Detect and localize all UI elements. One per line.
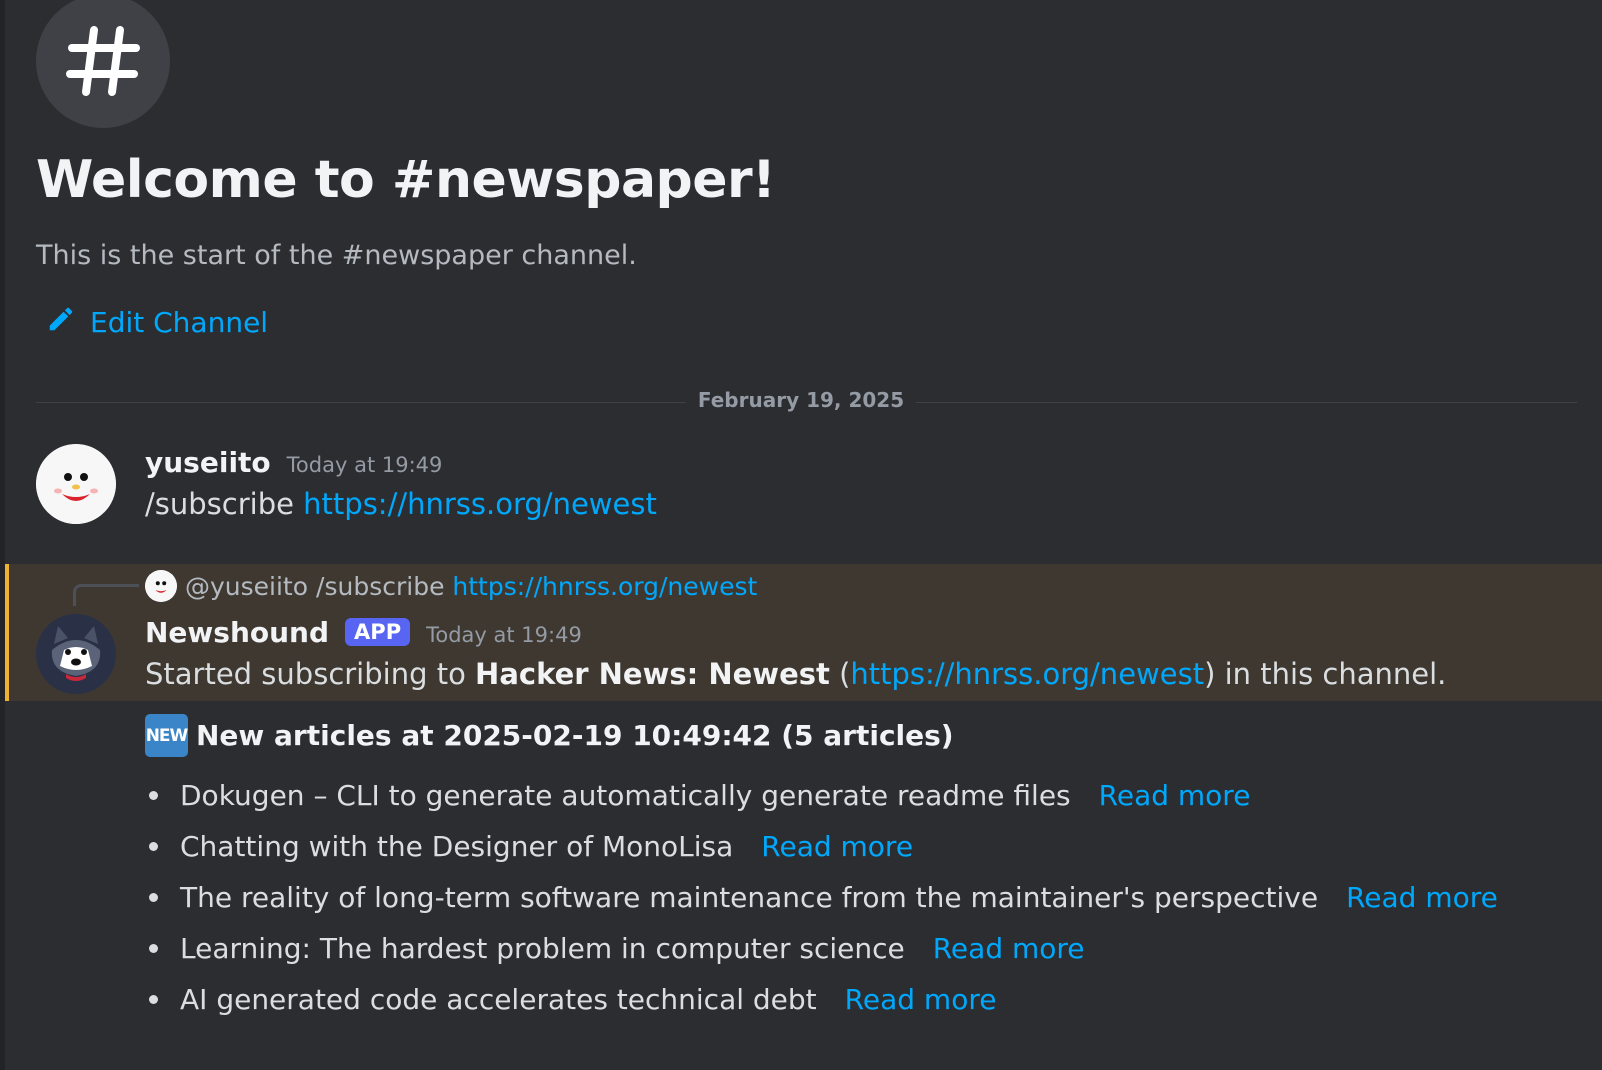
app-badge: APP bbox=[345, 618, 411, 646]
edit-channel-button[interactable]: Edit Channel bbox=[46, 304, 268, 341]
read-more-link[interactable]: Read more bbox=[845, 983, 997, 1016]
read-more-link[interactable]: Read more bbox=[1346, 881, 1498, 914]
timestamp: Today at 19:49 bbox=[426, 623, 582, 647]
bullet-icon bbox=[149, 944, 158, 953]
edit-channel-label: Edit Channel bbox=[90, 306, 269, 339]
welcome-subtitle: This is the start of the #newspaper chan… bbox=[36, 240, 637, 271]
list-item: AI generated code accelerates technical … bbox=[145, 974, 1498, 1025]
articles-title: New articles at 2025-02-19 10:49:42 (5 a… bbox=[196, 719, 954, 752]
username[interactable]: yuseiito bbox=[145, 446, 271, 479]
reply-link[interactable]: https://hnrss.org/newest bbox=[452, 572, 757, 601]
article-title: The reality of long-term software mainte… bbox=[180, 881, 1319, 914]
article-title: Chatting with the Designer of MonoLisa bbox=[180, 830, 734, 863]
bullet-icon bbox=[149, 842, 158, 851]
message-text-suffix: ) in this channel. bbox=[1204, 657, 1447, 691]
message-text: Started subscribing to bbox=[145, 657, 476, 691]
paren-open: ( bbox=[829, 657, 851, 691]
bot-message-content: Started subscribing to Hacker News: Newe… bbox=[145, 657, 1446, 691]
bullet-icon bbox=[149, 791, 158, 800]
bot-avatar[interactable] bbox=[36, 614, 116, 694]
bot-username[interactable]: Newshound bbox=[145, 616, 329, 649]
read-more-link[interactable]: Read more bbox=[761, 830, 913, 863]
message-text: /subscribe bbox=[145, 487, 304, 521]
list-item: Learning: The hardest problem in compute… bbox=[145, 923, 1498, 974]
message-header: yuseiito Today at 19:49 bbox=[145, 446, 442, 479]
message-content: /subscribe https://hnrss.org/newest bbox=[145, 487, 657, 521]
timestamp: Today at 19:49 bbox=[286, 453, 443, 477]
article-title: Dokugen – CLI to generate automatically … bbox=[180, 779, 1071, 812]
left-edge bbox=[0, 0, 5, 1070]
reply-username[interactable]: @yuseiito bbox=[185, 572, 308, 601]
message-link[interactable]: https://hnrss.org/newest bbox=[303, 487, 657, 521]
list-item: The reality of long-term software mainte… bbox=[145, 872, 1498, 923]
list-item: Dokugen – CLI to generate automatically … bbox=[145, 770, 1498, 821]
chat-view: Welcome to #newspaper! This is the start… bbox=[0, 0, 1602, 1070]
bullet-icon bbox=[149, 893, 158, 902]
date-divider: February 19, 2025 bbox=[685, 388, 917, 412]
read-more-link[interactable]: Read more bbox=[1099, 779, 1251, 812]
new-badge-icon: NEW bbox=[145, 714, 188, 757]
feed-link[interactable]: https://hnrss.org/newest bbox=[850, 657, 1204, 691]
list-item: Chatting with the Designer of MonoLisa R… bbox=[145, 821, 1498, 872]
reply-connector bbox=[73, 584, 139, 606]
article-title: AI generated code accelerates technical … bbox=[180, 983, 817, 1016]
feed-name: Hacker News: Newest bbox=[475, 657, 830, 691]
avatar[interactable] bbox=[36, 444, 116, 524]
reply-preview[interactable]: @yuseiito /subscribe https://hnrss.org/n… bbox=[145, 570, 757, 602]
bot-message-header: Newshound APP Today at 19:49 bbox=[145, 616, 582, 649]
read-more-link[interactable]: Read more bbox=[933, 932, 1085, 965]
reply-text: /subscribe https://hnrss.org/newest bbox=[316, 571, 758, 601]
reply-avatar bbox=[145, 570, 177, 602]
hash-icon bbox=[36, 0, 170, 128]
bullet-icon bbox=[149, 995, 158, 1004]
article-list: Dokugen – CLI to generate automatically … bbox=[145, 770, 1498, 1025]
articles-header: NEW New articles at 2025-02-19 10:49:42 … bbox=[145, 714, 954, 757]
pencil-icon bbox=[46, 304, 76, 341]
article-title: Learning: The hardest problem in compute… bbox=[180, 932, 905, 965]
welcome-title: Welcome to #newspaper! bbox=[36, 150, 776, 210]
